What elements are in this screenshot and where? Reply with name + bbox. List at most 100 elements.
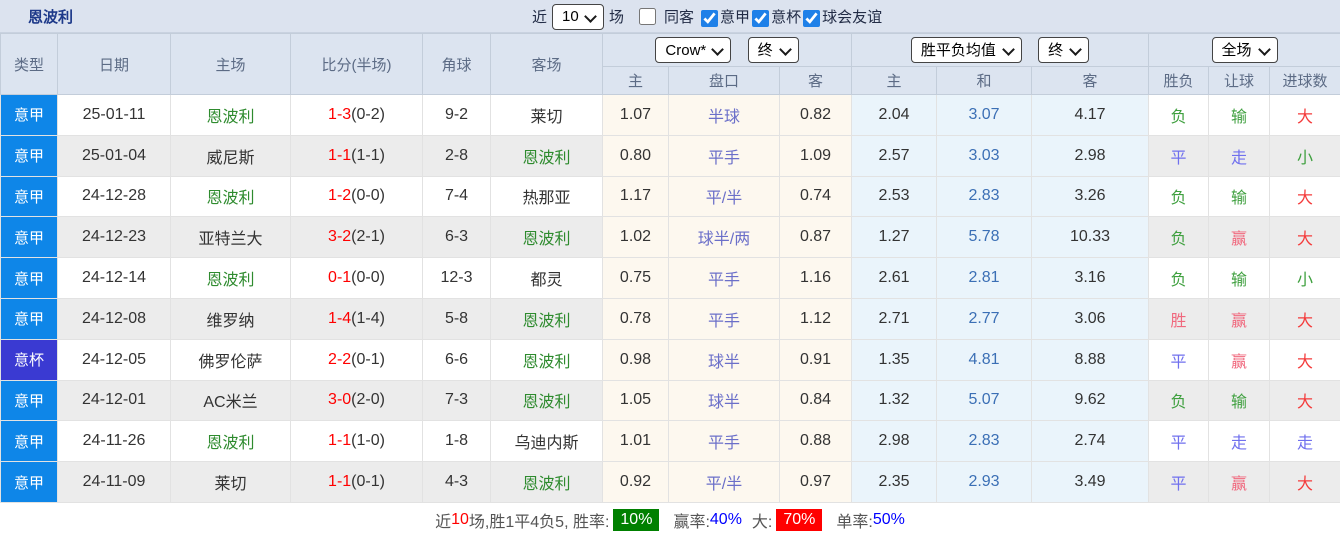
table-header: 类型 日期 主场 比分(半场) 角球 客场 Crow* 终 胜平负均值 终 全场… [0, 33, 1340, 95]
result-goals-cell: 小 [1269, 134, 1340, 177]
avg-final-select[interactable]: 终 [1038, 37, 1090, 63]
date-cell: 24-12-23 [57, 216, 171, 259]
score-cell: 1-1(1-0) [290, 420, 423, 463]
coppa-checkbox[interactable] [752, 9, 770, 27]
col-header-type: 类型 [0, 33, 58, 95]
avg-select-wrap: 胜平负均值 [910, 37, 1022, 63]
col-header-score: 比分(半场) [290, 33, 423, 95]
avg-home-cell: 2.53 [851, 175, 938, 218]
handicap-cell: 球半 [668, 338, 780, 381]
same-opponent-checkbox[interactable] [639, 8, 657, 25]
handicap-cell: 平手 [668, 420, 780, 463]
result-wdl-cell: 负 [1148, 175, 1210, 218]
odds-final-select[interactable]: 终 [747, 37, 799, 63]
odds-away-cell: 0.74 [778, 175, 853, 218]
subheader-handicap-result: 让球 [1208, 66, 1271, 95]
result-goals-cell: 大 [1269, 338, 1340, 381]
friendly-checkbox[interactable] [803, 9, 821, 27]
avg-home-cell: 2.61 [851, 257, 938, 299]
match-row: 意甲 24-12-14 恩波利 0-1(0-0) 12-3 都灵 0.75 平手… [0, 257, 1340, 299]
avg-draw-cell: 4.81 [936, 338, 1033, 381]
league-cell: 意甲 [0, 94, 58, 136]
corner-cell: 2-8 [422, 134, 491, 177]
avg-group-header: 胜平负均值 终 [851, 33, 1150, 67]
handicap-win-label: 赢率: [673, 514, 710, 532]
result-handicap-cell: 赢 [1208, 297, 1271, 340]
match-history-table: 类型 日期 主场 比分(半场) 角球 客场 Crow* 终 胜平负均值 终 全场… [0, 33, 1340, 503]
league-cell: 意甲 [0, 175, 58, 218]
odds-group-header: Crow* 终 [601, 33, 853, 67]
bookmaker-select[interactable]: Crow* [655, 37, 732, 63]
handicap-win-pct: 40% [709, 511, 742, 529]
handicap-cell: 平手 [668, 257, 780, 299]
match-count-select[interactable]: 10 [552, 3, 605, 30]
result-wdl-cell: 负 [1148, 94, 1210, 136]
filter-controls: 近 10 场 同客 意甲 意杯 球会友谊 [527, 0, 882, 33]
date-cell: 24-11-09 [57, 461, 171, 503]
odds-home-cell: 0.92 [602, 461, 669, 503]
odds-away-cell: 0.87 [778, 216, 853, 259]
away-team-cell: 恩波利 [490, 461, 603, 503]
score-cell: 1-2(0-0) [290, 175, 423, 218]
corner-cell: 6-6 [422, 338, 491, 381]
corner-cell: 1-8 [422, 420, 491, 463]
over-label: 大: [751, 514, 773, 532]
matches-label: 场 [609, 9, 625, 26]
odds-away-cell: 0.84 [778, 379, 853, 422]
avg-home-cell: 2.57 [851, 134, 938, 177]
avg-away-cell: 2.74 [1031, 420, 1150, 463]
serie-a-checkbox[interactable] [701, 9, 719, 27]
table-body: 意甲 25-01-11 恩波利 1-3(0-2) 9-2 莱切 1.07 半球 … [0, 94, 1340, 503]
away-team-cell: 都灵 [490, 257, 603, 299]
league-cell: 意杯 [0, 338, 58, 381]
result-wdl-cell: 平 [1148, 134, 1210, 177]
result-wdl-cell: 负 [1148, 257, 1210, 299]
league-cell: 意甲 [0, 420, 58, 463]
match-row: 意甲 25-01-11 恩波利 1-3(0-2) 9-2 莱切 1.07 半球 … [0, 94, 1340, 136]
date-cell: 24-12-28 [57, 175, 171, 218]
avg-draw-cell: 2.77 [936, 297, 1033, 340]
home-team-cell: 维罗纳 [170, 297, 291, 340]
avg-select[interactable]: 胜平负均值 [910, 37, 1022, 63]
result-handicap-cell: 赢 [1208, 461, 1271, 503]
avg-home-cell: 2.71 [851, 297, 938, 340]
stats-summary-bar: 近 10 场,胜1平4负5, 胜率: 10% 赢率: 40% 大: 70% 单率: 50… [0, 502, 1340, 538]
avg-away-cell: 3.16 [1031, 257, 1150, 299]
avg-home-cell: 2.04 [851, 94, 938, 136]
avg-home-cell: 2.98 [851, 420, 938, 463]
result-handicap-cell: 输 [1208, 94, 1271, 136]
match-row: 意甲 25-01-04 威尼斯 1-1(1-1) 2-8 恩波利 0.80 平手… [0, 134, 1340, 177]
result-goals-cell: 大 [1269, 175, 1340, 218]
match-count-select-wrap: 10 [552, 3, 605, 30]
avg-home-cell: 1.35 [851, 338, 938, 381]
odds-home-cell: 0.80 [602, 134, 669, 177]
avg-away-cell: 8.88 [1031, 338, 1150, 381]
subheader-odds-away: 客 [778, 66, 853, 95]
league-cell: 意甲 [0, 134, 58, 177]
score-cell: 2-2(0-1) [290, 338, 423, 381]
result-handicap-cell: 走 [1208, 134, 1271, 177]
league-cell: 意甲 [0, 257, 58, 299]
result-handicap-cell: 走 [1208, 420, 1271, 463]
summary-record-text: 场,胜1平4负5, 胜率: [468, 514, 610, 532]
avg-draw-cell: 2.83 [936, 175, 1033, 218]
odds-away-cell: 0.91 [778, 338, 853, 381]
date-cell: 25-01-11 [57, 94, 171, 136]
avg-draw-cell: 3.03 [936, 134, 1033, 177]
scope-select[interactable]: 全场 [1211, 37, 1278, 63]
match-row: 意甲 24-12-08 维罗纳 1-4(1-4) 5-8 恩波利 0.78 平手… [0, 297, 1340, 340]
handicap-cell: 半球 [668, 94, 780, 136]
away-team-cell: 乌迪内斯 [490, 420, 603, 463]
odds-away-cell: 0.88 [778, 420, 853, 463]
summary-recent-label: 近 [435, 514, 452, 532]
league-cell: 意甲 [0, 297, 58, 340]
subheader-odds-home: 主 [602, 66, 669, 95]
result-goals-cell: 走 [1269, 420, 1340, 463]
score-cell: 1-3(0-2) [290, 94, 423, 136]
handicap-cell: 平/半 [668, 175, 780, 218]
home-team-cell: AC米兰 [170, 379, 291, 422]
avg-draw-cell: 2.81 [936, 257, 1033, 299]
handicap-cell: 平手 [668, 134, 780, 177]
avg-draw-cell: 2.83 [936, 420, 1033, 463]
handicap-cell: 平/半 [668, 461, 780, 503]
